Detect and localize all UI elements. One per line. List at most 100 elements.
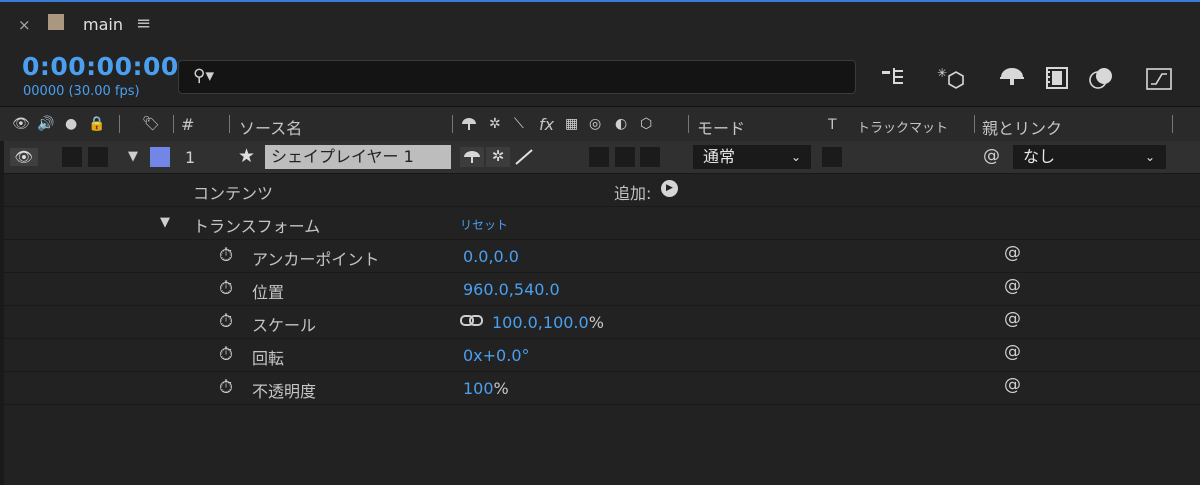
anchor-point-row[interactable]: ⏱ アンカーポイント 0.0,0.0 @ — [0, 240, 1200, 273]
contents-row[interactable]: コンテンツ 追加: ▶ — [0, 174, 1200, 207]
expression-pick-whip-icon[interactable]: @ — [1004, 309, 1021, 329]
collapse-transform-icon[interactable]: ✲ — [489, 116, 501, 132]
contents-label: コンテンツ — [193, 184, 274, 203]
rotation-value[interactable]: 0x+0.0° — [463, 346, 530, 365]
composition-tab-title[interactable]: main — [83, 15, 123, 34]
timeline-toolbar: 0:00:00:00 00000 (30.00 fps) ⚲▾ ✳ — [0, 46, 1200, 107]
shy-switch[interactable] — [460, 147, 484, 167]
layer-label-color[interactable] — [150, 147, 170, 167]
adjustment-layer-icon[interactable]: ◐ — [615, 116, 627, 132]
reset-transform-link[interactable]: リセット — [460, 216, 508, 233]
constrain-proportions-link-icon[interactable] — [460, 312, 484, 334]
stopwatch-icon[interactable]: ⏱ — [219, 278, 233, 299]
graph-editor-icon[interactable] — [1145, 66, 1173, 97]
anchor-point-label: アンカーポイント — [252, 250, 380, 269]
parent-pick-whip-icon[interactable]: @ — [983, 146, 1000, 166]
transform-group-row[interactable]: ▼ トランスフォーム リセット — [0, 207, 1200, 240]
frame-blending-icon[interactable] — [998, 66, 1026, 93]
draft-3d-icon[interactable] — [880, 66, 908, 93]
audio-icon[interactable]: 🔊 — [37, 116, 54, 132]
source-name-header[interactable]: ソース名 — [239, 115, 302, 139]
motion-blur-switch[interactable] — [589, 147, 609, 167]
effects-fx-icon[interactable]: fx — [539, 115, 554, 134]
column-divider — [229, 115, 230, 133]
layer-row[interactable]: 👁 ▼ 1 ★ シェイプレイヤー 1 ✲ 通常 ⌄ @ なし ⌄ — [0, 141, 1200, 174]
scale-label: スケール — [252, 316, 317, 335]
motion-blur-column-icon[interactable]: ◎ — [589, 116, 601, 132]
search-input[interactable]: ⚲▾ — [178, 60, 856, 94]
motion-blur-icon[interactable] — [1087, 66, 1115, 95]
scale-unit: % — [588, 313, 604, 332]
anchor-point-value[interactable]: 0.0,0.0 — [463, 247, 519, 266]
expand-transform-triangle-icon[interactable]: ▼ — [160, 215, 170, 230]
adjustment-switch[interactable] — [615, 147, 635, 167]
expression-pick-whip-icon[interactable]: @ — [1004, 276, 1021, 296]
position-value[interactable]: 960.0,540.0 — [463, 280, 560, 299]
solo-icon[interactable]: ● — [65, 116, 77, 132]
add-menu-play-icon[interactable]: ▶ — [661, 180, 678, 197]
solo-switch[interactable] — [62, 147, 82, 167]
transform-label: トランスフォーム — [193, 217, 321, 236]
position-row[interactable]: ⏱ 位置 960.0,540.0 @ — [0, 273, 1200, 306]
layer-visibility-eye-icon[interactable]: 👁 — [10, 148, 38, 166]
scale-value-group[interactable]: 100.0,100.0% — [492, 313, 604, 332]
close-tab-icon[interactable]: × — [18, 16, 31, 34]
film-strip-icon[interactable] — [1044, 66, 1070, 95]
column-divider — [452, 115, 453, 133]
opacity-label: 不透明度 — [252, 382, 317, 401]
scale-value[interactable]: 100.0,100.0 — [492, 313, 589, 332]
blend-mode-value: 通常 — [703, 147, 736, 166]
3d-switch[interactable] — [640, 147, 660, 167]
lock-icon[interactable]: 🔒 — [88, 116, 105, 132]
expand-layer-triangle-icon[interactable]: ▼ — [128, 149, 138, 164]
opacity-value-group[interactable]: 100% — [463, 379, 509, 398]
stopwatch-icon[interactable]: ⏱ — [219, 377, 233, 398]
label-tag-icon[interactable]: 🏷 — [142, 116, 160, 132]
parent-select[interactable]: なし ⌄ — [1013, 145, 1166, 169]
shy-icon[interactable] — [461, 116, 477, 136]
scale-row[interactable]: ⏱ スケール 100.0,100.0% @ — [0, 306, 1200, 339]
frame-count-display: 00000 (30.00 fps) — [23, 84, 140, 99]
column-divider — [688, 115, 689, 133]
opacity-row[interactable]: ⏱ 不透明度 100% @ — [0, 372, 1200, 405]
panel-menu-icon[interactable]: ≡ — [136, 13, 151, 34]
composition-color-swatch — [48, 14, 64, 30]
panel-left-edge — [0, 141, 4, 485]
stopwatch-icon[interactable]: ⏱ — [219, 311, 233, 332]
track-matte-switch[interactable] — [822, 147, 842, 167]
stopwatch-icon[interactable]: ⏱ — [219, 245, 233, 266]
opacity-unit: % — [493, 379, 509, 398]
expression-pick-whip-icon[interactable]: @ — [1004, 243, 1021, 263]
rotation-row[interactable]: ⏱ 回転 0x+0.0° @ — [0, 339, 1200, 372]
shy-layers-icon[interactable]: ✳ — [937, 66, 967, 95]
mode-header[interactable]: モード — [697, 115, 745, 139]
layer-column-header: 👁 🔊 ● 🔒 🏷 # ソース名 ✲ ⟍ fx ▦ ◎ ◐ ⬡ モード T トラ… — [0, 107, 1200, 142]
expression-pick-whip-icon[interactable]: @ — [1004, 342, 1021, 362]
current-time-display[interactable]: 0:00:00:00 — [22, 52, 179, 81]
column-divider — [1172, 115, 1173, 133]
video-visibility-icon[interactable]: 👁 — [12, 116, 30, 132]
search-icon: ⚲▾ — [193, 66, 214, 86]
quality-icon[interactable]: ⟍ — [514, 116, 524, 132]
expression-pick-whip-icon[interactable]: @ — [1004, 375, 1021, 395]
track-matte-header[interactable]: トラックマット — [857, 117, 948, 136]
position-label: 位置 — [252, 283, 285, 302]
blend-mode-select[interactable]: 通常 ⌄ — [693, 145, 811, 169]
layer-name-field[interactable]: シェイプレイヤー 1 — [265, 145, 451, 169]
svg-text:✳: ✳ — [937, 66, 947, 80]
panel-tab-bar: × main ≡ — [0, 2, 1200, 46]
opacity-value[interactable]: 100 — [463, 379, 494, 398]
lock-switch[interactable] — [88, 147, 108, 167]
frame-blend-column-icon[interactable]: ▦ — [565, 116, 578, 132]
column-divider — [119, 115, 120, 133]
preserve-transparency-header[interactable]: T — [828, 117, 837, 133]
parent-link-header[interactable]: 親とリンク — [982, 115, 1062, 139]
chevron-down-icon: ⌄ — [791, 150, 802, 164]
chevron-down-icon: ⌄ — [1145, 150, 1156, 164]
column-divider — [974, 115, 975, 133]
3d-layer-icon[interactable]: ⬡ — [640, 116, 652, 132]
collapse-switch[interactable]: ✲ — [486, 147, 510, 167]
quality-switch[interactable] — [512, 147, 536, 167]
stopwatch-icon[interactable]: ⏱ — [219, 344, 233, 365]
layer-number-header[interactable]: # — [181, 115, 194, 134]
